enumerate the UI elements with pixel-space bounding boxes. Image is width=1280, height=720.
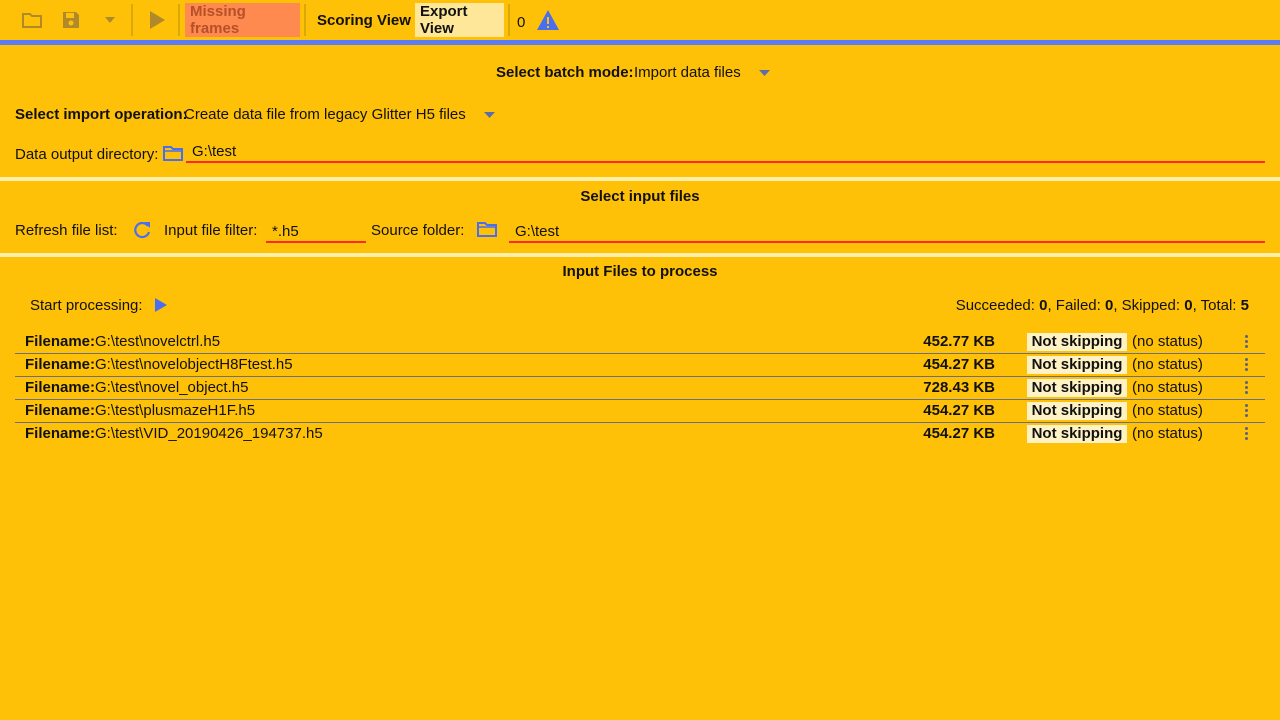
filename-label: Filename:: [25, 402, 96, 419]
more-options-icon[interactable]: [1241, 357, 1251, 373]
file-size: 452.77 KB: [923, 333, 995, 350]
file-row: Filename: G:\test\VID_20190426_194737.h5…: [15, 423, 1265, 446]
file-status: (no status): [1132, 402, 1203, 419]
toolbar: Missing frames Scoring View Export View …: [0, 0, 1280, 40]
skip-toggle-button[interactable]: Not skipping: [1027, 425, 1127, 443]
play-icon[interactable]: [143, 6, 171, 34]
toolbar-separator: [304, 4, 306, 36]
folder-icon[interactable]: [476, 220, 498, 240]
more-options-icon[interactable]: [1241, 403, 1251, 419]
filename-label: Filename:: [25, 333, 96, 350]
file-size: 728.43 KB: [923, 379, 995, 396]
batch-mode-select[interactable]: Import data files: [634, 64, 770, 81]
output-directory-label: Data output directory:: [15, 146, 159, 163]
export-view-button[interactable]: Export View: [415, 3, 504, 37]
skip-toggle-button[interactable]: Not skipping: [1027, 333, 1127, 351]
warning-icon[interactable]: [534, 6, 562, 34]
input-file-filter-label: Input file filter:: [164, 222, 258, 239]
skip-toggle-button[interactable]: Not skipping: [1027, 402, 1127, 420]
missing-frames-button[interactable]: Missing frames: [185, 3, 300, 37]
chevron-down-icon: [483, 112, 495, 119]
filename-value: G:\test\novelobjectH8Ftest.h5: [95, 356, 293, 373]
import-operation-label: Select import operation:: [15, 106, 188, 123]
play-icon[interactable]: [154, 297, 170, 313]
import-operation-value: Create data file from legacy Glitter H5 …: [184, 106, 466, 123]
succeeded-label: Succeeded:: [955, 297, 1035, 314]
file-row: Filename: G:\test\plusmazeH1F.h5 454.27 …: [15, 400, 1265, 423]
files-to-process-title: Input Files to process: [562, 263, 718, 280]
file-status: (no status): [1132, 356, 1203, 373]
file-size: 454.27 KB: [923, 402, 995, 419]
filename-label: Filename:: [25, 356, 96, 373]
refresh-file-list-label: Refresh file list:: [15, 222, 118, 239]
file-row: Filename: G:\test\novelobjectH8Ftest.h5 …: [15, 354, 1265, 377]
start-processing-label: Start processing:: [30, 297, 143, 314]
file-status: (no status): [1132, 425, 1203, 442]
total-count: 5: [1240, 297, 1249, 314]
source-folder-label: Source folder:: [371, 222, 465, 239]
filename-value: G:\test\plusmazeH1F.h5: [95, 402, 256, 419]
skipped-label: , Skipped:: [1113, 297, 1181, 314]
warning-count: 0: [517, 14, 526, 31]
input-files-section-title: Select input files: [580, 188, 700, 205]
section-divider: [0, 177, 1280, 181]
toolbar-accent-bar: [0, 40, 1280, 45]
filename-label: Filename:: [25, 379, 96, 396]
more-options-icon[interactable]: [1241, 334, 1251, 350]
folder-icon[interactable]: [162, 144, 184, 164]
source-folder-field[interactable]: G:\test: [509, 223, 1265, 243]
filename-label: Filename:: [25, 425, 96, 442]
skip-toggle-button[interactable]: Not skipping: [1027, 379, 1127, 397]
skipped-count: 0: [1184, 297, 1193, 314]
refresh-icon[interactable]: [131, 219, 153, 241]
section-divider: [0, 253, 1280, 257]
failed-label: , Failed:: [1047, 297, 1101, 314]
output-directory-field[interactable]: G:\test: [186, 143, 1265, 163]
processing-summary: Succeeded: 0, Failed: 0, Skipped: 0, Tot…: [956, 297, 1249, 314]
input-file-filter-field[interactable]: *.h5: [266, 223, 366, 243]
file-row: Filename: G:\test\novel_object.h5 728.43…: [15, 377, 1265, 400]
toolbar-separator: [508, 4, 510, 36]
scoring-view-button[interactable]: Scoring View: [312, 3, 416, 37]
toolbar-separator: [178, 4, 180, 36]
save-icon[interactable]: [57, 6, 85, 34]
folder-open-icon[interactable]: [18, 6, 46, 34]
file-status: (no status): [1132, 379, 1203, 396]
dropdown-icon[interactable]: [96, 6, 124, 34]
filename-value: G:\test\VID_20190426_194737.h5: [95, 425, 323, 442]
chevron-down-icon: [758, 70, 770, 77]
file-row: Filename: G:\test\novelctrl.h5 452.77 KB…: [15, 331, 1265, 354]
file-size: 454.27 KB: [923, 356, 995, 373]
import-operation-select[interactable]: Create data file from legacy Glitter H5 …: [184, 106, 495, 123]
file-status: (no status): [1132, 333, 1203, 350]
more-options-icon[interactable]: [1241, 380, 1251, 396]
batch-mode-value: Import data files: [634, 64, 741, 81]
filename-value: G:\test\novelctrl.h5: [95, 333, 221, 350]
skip-toggle-button[interactable]: Not skipping: [1027, 356, 1127, 374]
file-size: 454.27 KB: [923, 425, 995, 442]
filename-value: G:\test\novel_object.h5: [95, 379, 249, 396]
batch-mode-label: Select batch mode:: [496, 64, 634, 81]
more-options-icon[interactable]: [1241, 426, 1251, 442]
total-label: , Total:: [1192, 297, 1237, 314]
toolbar-separator: [131, 4, 133, 36]
